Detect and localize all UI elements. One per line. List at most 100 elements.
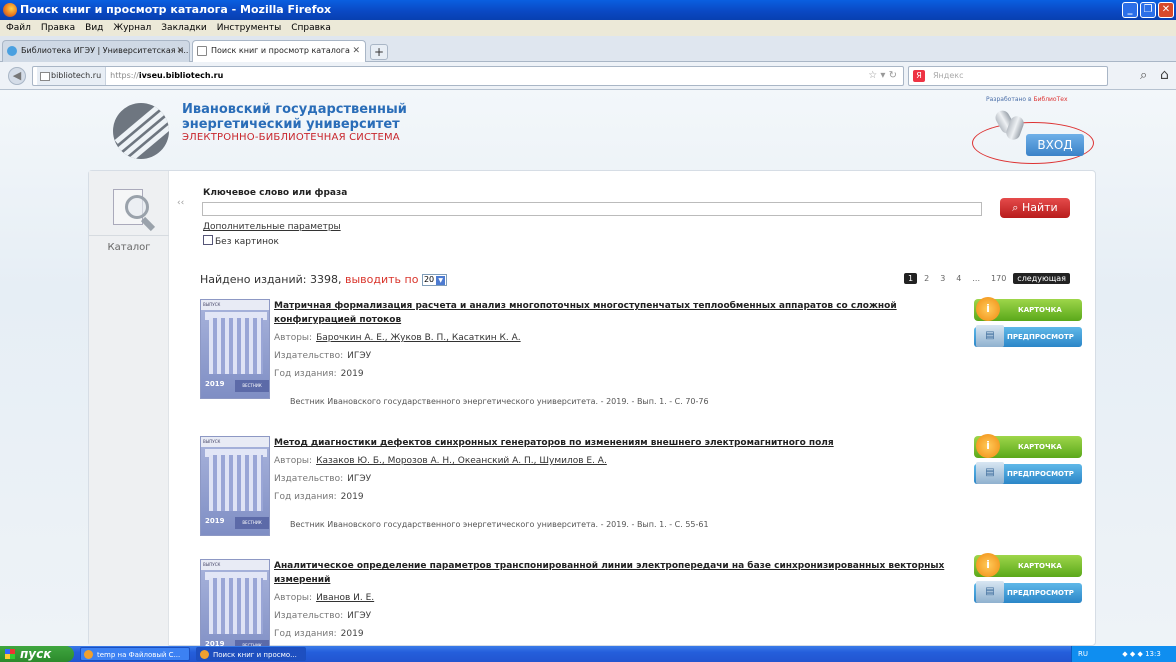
- language-indicator[interactable]: RU: [1078, 650, 1088, 658]
- home-icon[interactable]: ⌂: [1160, 67, 1169, 83]
- firefox-icon: [200, 650, 209, 659]
- url-host: ivseu.bibliotech.ru: [138, 71, 224, 80]
- search-input[interactable]: Я Яндекс: [908, 66, 1108, 86]
- preview-button[interactable]: ▤ ПРЕДПРОСМОТР: [974, 581, 1082, 603]
- authors-link[interactable]: Казаков Ю. Б., Морозов А. Н., Океанский …: [316, 456, 607, 466]
- preview-button[interactable]: ▤ ПРЕДПРОСМОТР: [974, 462, 1082, 484]
- taskbar-button-firefox[interactable]: Поиск книг и просмо...: [196, 647, 306, 661]
- item-authors: Авторы: Барочкин А. Е., Жуков В. П., Каса…: [274, 333, 521, 343]
- bookmark-star-icon[interactable]: ☆ ▾ ↻: [868, 67, 897, 85]
- catalog-search-icon[interactable]: [105, 185, 156, 232]
- taskbar-button-temp[interactable]: temp на Файловый С...: [80, 647, 190, 661]
- item-title-link[interactable]: Аналитическое определение параметров тра…: [274, 559, 974, 587]
- item-title-link[interactable]: Матричная формализация расчета и анализ …: [274, 299, 974, 327]
- site-identity[interactable]: bibliotech.ru: [37, 67, 107, 85]
- book-cover[interactable]: ВЫПУСК 2019 ВЕСТНИК: [200, 436, 270, 536]
- publisher-value: ИГЭУ: [347, 474, 372, 484]
- next-page-button[interactable]: следующая: [1013, 273, 1070, 284]
- result-item: ВЫПУСК 2019 ВЕСТНИК Матричная формализаци…: [200, 297, 1090, 434]
- new-tab-button[interactable]: +: [370, 44, 388, 60]
- authors-link[interactable]: Барочкин А. Е., Жуков В. П., Касаткин К.…: [316, 333, 521, 343]
- menu-help[interactable]: Справка: [291, 20, 331, 36]
- minimize-icon[interactable]: _: [1122, 2, 1138, 18]
- menu-tools[interactable]: Инструменты: [217, 20, 281, 36]
- bibliotech-brand[interactable]: БиблиоТех: [1033, 96, 1067, 103]
- item-source: Вестник Ивановского государственного эне…: [290, 520, 709, 529]
- start-button[interactable]: пуск: [0, 646, 74, 662]
- menu-bar: Файл Правка Вид Журнал Закладки Инструме…: [0, 20, 1176, 36]
- publisher-value: ИГЭУ: [347, 611, 372, 621]
- found-count: 3398,: [310, 273, 342, 286]
- per-page-select[interactable]: 20 ▼: [421, 274, 448, 286]
- university-logo[interactable]: [113, 103, 169, 159]
- windows-logo-icon: [5, 649, 15, 659]
- window-title: Поиск книг и просмотр каталога - Mozilla…: [20, 3, 332, 16]
- page-content: Ивановский государственный энергетически…: [0, 90, 1176, 646]
- authors-label: Авторы:: [274, 456, 313, 466]
- keyword-input[interactable]: [202, 202, 982, 216]
- tab-catalog-search[interactable]: Поиск книг и просмотр каталога ✕: [192, 40, 366, 62]
- tab-label: Библиотека ИГЭУ | Университетская н...: [21, 46, 190, 55]
- menu-bookmarks[interactable]: Закладки: [161, 20, 207, 36]
- item-title-link[interactable]: Метод диагностики дефектов синхронных ге…: [274, 436, 974, 450]
- sidebar-item-catalog[interactable]: Каталог: [89, 235, 169, 255]
- book-cover[interactable]: ВЫПУСК 2019 ВЕСТНИК: [200, 559, 270, 646]
- info-icon: i: [976, 553, 1000, 577]
- maximize-icon[interactable]: ❐: [1140, 2, 1156, 18]
- card-button-label: КАРТОЧКА: [1018, 306, 1062, 314]
- card-button[interactable]: i КАРТОЧКА: [974, 297, 1082, 321]
- folder-icon: [84, 650, 93, 659]
- back-button[interactable]: ◀: [8, 67, 26, 85]
- result-item: ВЫПУСК 2019 ВЕСТНИК Метод диагностики деф…: [200, 434, 1090, 571]
- preview-button-label: ПРЕДПРОСМОТР: [1007, 333, 1074, 341]
- university-name-line2: энергетический университет: [182, 117, 400, 132]
- magnifier-icon[interactable]: ⌕: [1140, 68, 1147, 83]
- tab-label: Поиск книг и просмотр каталога: [211, 46, 350, 55]
- tab-library[interactable]: Библиотека ИГЭУ | Университетская н... ✕: [2, 40, 190, 62]
- developed-by-label: Разработано в: [986, 96, 1032, 103]
- no-images-option[interactable]: Без картинок: [203, 235, 279, 247]
- book-cover[interactable]: ВЫПУСК 2019 ВЕСТНИК: [200, 299, 270, 399]
- ebs-subtitle: ЭЛЕКТРОННО-БИБЛИОТЕЧНАЯ СИСТЕМА: [182, 132, 400, 143]
- book-preview-icon: ▤: [976, 325, 1004, 347]
- navigation-bar: ◀ bibliotech.ru https://ivseu.bibliotech.…: [0, 62, 1176, 90]
- address-bar[interactable]: bibliotech.ru https://ivseu.bibliotech.ru…: [32, 66, 904, 86]
- close-icon[interactable]: ✕: [1158, 2, 1174, 18]
- menu-edit[interactable]: Правка: [41, 20, 75, 36]
- authors-label: Авторы:: [274, 593, 313, 603]
- tab-close-icon[interactable]: ✕: [352, 41, 360, 61]
- no-images-checkbox[interactable]: [203, 235, 213, 245]
- card-button[interactable]: i КАРТОЧКА: [974, 553, 1082, 577]
- item-year: Год издания: 2019: [274, 629, 364, 639]
- card-button[interactable]: i КАРТОЧКА: [974, 434, 1082, 458]
- menu-history[interactable]: Журнал: [113, 20, 151, 36]
- collapse-sidebar-icon[interactable]: ‹‹: [177, 198, 184, 208]
- tab-close-icon[interactable]: ✕: [176, 41, 184, 61]
- developed-by: Разработано в БиблиоТех: [986, 96, 1068, 103]
- find-button[interactable]: ⌕ Найти: [1000, 198, 1070, 218]
- menu-view[interactable]: Вид: [85, 20, 103, 36]
- year-value: 2019: [340, 369, 364, 379]
- item-authors: Авторы: Иванов И. Е.: [274, 593, 374, 603]
- card-button-label: КАРТОЧКА: [1018, 443, 1062, 451]
- authors-link[interactable]: Иванов И. Е.: [316, 593, 374, 603]
- login-button[interactable]: ВХОД: [1026, 134, 1084, 156]
- page-1[interactable]: 1: [904, 273, 918, 284]
- page-2[interactable]: 2: [920, 273, 933, 284]
- menu-file[interactable]: Файл: [6, 20, 31, 36]
- library-favicon-icon: [7, 46, 17, 56]
- result-item: ВЫПУСК 2019 ВЕСТНИК Аналитическое определ…: [200, 553, 1090, 646]
- publisher-label: Издательство:: [274, 351, 344, 361]
- page-4[interactable]: 4: [952, 273, 965, 284]
- sidebar: Каталог: [89, 171, 169, 646]
- tray-icons[interactable]: ◆ ◆ ◆: [1122, 650, 1143, 658]
- preview-button[interactable]: ▤ ПРЕДПРОСМОТР: [974, 325, 1082, 347]
- publisher-value: ИГЭУ: [347, 351, 372, 361]
- window-controls: _ ❐ ✕: [1122, 2, 1174, 18]
- publisher-label: Издательство:: [274, 611, 344, 621]
- info-icon: i: [976, 434, 1000, 458]
- advanced-params-link[interactable]: Дополнительные параметры: [203, 222, 341, 232]
- pagination: 1 2 3 4 ... 170 следующая: [904, 273, 1070, 284]
- page-170[interactable]: 170: [987, 273, 1010, 284]
- page-3[interactable]: 3: [936, 273, 949, 284]
